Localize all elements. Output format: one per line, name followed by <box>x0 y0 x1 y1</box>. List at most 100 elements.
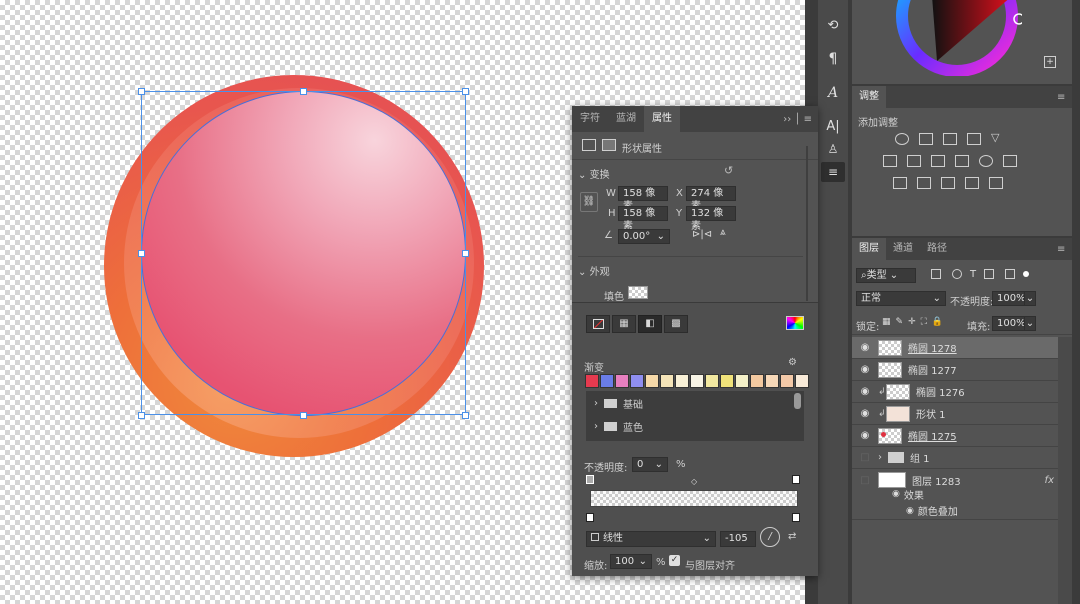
visibility-eye-icon[interactable]: ◉ <box>858 430 872 441</box>
y-input[interactable]: 132 像素 <box>686 206 736 232</box>
gradient-angle-input[interactable]: -105 <box>720 531 756 547</box>
gradient-preset-swatch[interactable] <box>750 374 764 388</box>
visibility-eye-icon[interactable]: ◉ <box>858 364 872 375</box>
transform-handle-bottom-left[interactable] <box>138 412 145 419</box>
filter-smart-object-icon[interactable] <box>1005 269 1016 279</box>
invert-icon[interactable] <box>893 177 907 189</box>
angle-input[interactable]: 0.00° ⌄ <box>618 229 670 244</box>
layer-row[interactable]: □ › 组 1 <box>852 447 1058 469</box>
gradient-preset-swatch[interactable] <box>690 374 704 388</box>
gradient-preset-swatch[interactable] <box>645 374 659 388</box>
fill-swatch[interactable] <box>628 286 648 299</box>
mask-properties-icon[interactable] <box>602 139 616 151</box>
transform-handle-top-right[interactable] <box>462 88 469 95</box>
layer-row[interactable]: ◉ ↲ 形状 1 <box>852 403 1058 425</box>
appearance-section-toggle[interactable]: ⌄ 外观 <box>578 263 610 278</box>
lock-image-icon[interactable]: ✎ <box>896 317 904 327</box>
no-fill-button[interactable] <box>586 315 610 333</box>
selective-color-icon[interactable] <box>965 177 979 189</box>
layer-row[interactable]: ◉ 椭圆 1277 <box>852 359 1058 381</box>
x-input[interactable]: 274 像素 <box>686 186 736 212</box>
levels-icon[interactable] <box>919 133 933 145</box>
folder-item-basic[interactable]: › 基础 <box>594 396 643 411</box>
curves-icon[interactable] <box>943 133 957 145</box>
effect-row[interactable]: ◉ 颜色叠加 <box>852 502 1058 520</box>
color-balance-icon[interactable] <box>907 155 921 167</box>
reverse-gradient-icon[interactable]: ⇄ <box>788 531 796 542</box>
photo-filter-icon[interactable] <box>955 155 969 167</box>
posterize-icon[interactable] <box>917 177 931 189</box>
layer-row[interactable]: ◉ ↲ 椭圆 1276 <box>852 381 1058 403</box>
eye-icon[interactable]: ◉ <box>906 506 914 516</box>
opacity-dropdown-icon[interactable]: ⌄ <box>1024 291 1036 306</box>
tab-adjustments[interactable]: 调整 <box>852 86 886 108</box>
gradient-type-select[interactable]: 线性 ⌄ <box>586 531 716 547</box>
pattern-button[interactable]: ▩ <box>664 315 688 333</box>
tab-layers[interactable]: 图层 <box>852 238 886 260</box>
filter-toggle-icon[interactable] <box>1023 271 1030 277</box>
gradient-preset-swatch[interactable] <box>660 374 674 388</box>
history-icon[interactable]: ⟲ <box>818 14 848 36</box>
layer-row[interactable]: ◉ 椭圆 1278 <box>852 337 1058 359</box>
lock-transparent-icon[interactable]: ▦ <box>882 317 891 327</box>
plugin-icon[interactable]: ♙ <box>818 139 848 159</box>
transform-handle-right[interactable] <box>462 250 469 257</box>
reset-icon[interactable]: ↺ <box>724 164 733 177</box>
fx-badge[interactable]: fx <box>1045 475 1054 486</box>
gradient-map-icon[interactable] <box>989 177 1003 189</box>
filter-pixel-icon[interactable] <box>931 269 941 279</box>
tab-paths[interactable]: 路径 <box>920 238 954 260</box>
tab-lanhu[interactable]: 蓝湖 <box>608 106 644 132</box>
character-icon[interactable]: A <box>818 82 848 104</box>
layers-menu-icon[interactable]: ≡ <box>1057 244 1065 255</box>
tab-character[interactable]: 字符 <box>572 106 608 132</box>
link-icon[interactable]: ⛓ <box>580 192 598 212</box>
solid-color-button[interactable]: ▦ <box>612 315 636 333</box>
angle-dial-icon[interactable]: / <box>760 527 780 547</box>
opacity-stop-left[interactable] <box>586 475 594 484</box>
exposure-icon[interactable] <box>967 133 981 145</box>
visibility-eye-icon[interactable]: ◉ <box>858 386 872 397</box>
scale-input[interactable]: 100 ⌄ <box>610 554 652 569</box>
midpoint-diamond-icon[interactable]: ◇ <box>691 477 697 486</box>
chevron-right-icon[interactable]: › <box>878 452 888 463</box>
gradient-preview-bar[interactable] <box>590 490 798 507</box>
transform-handle-top[interactable] <box>300 88 307 95</box>
properties-sliders-icon[interactable]: ≡ <box>821 162 845 182</box>
lock-position-icon[interactable]: ✛ <box>908 317 916 327</box>
color-wheel[interactable] <box>892 0 1022 76</box>
color-stop-right[interactable] <box>792 513 800 522</box>
flip-vertical-icon[interactable]: ⩓ <box>720 227 726 238</box>
tab-properties[interactable]: 属性 <box>644 106 680 132</box>
paragraph-icon[interactable]: ¶ <box>818 48 848 70</box>
filter-shape-icon[interactable] <box>984 269 995 279</box>
gradient-preset-swatch[interactable] <box>720 374 734 388</box>
layer-row[interactable]: ◉ 椭圆 1275 <box>852 425 1058 447</box>
height-input[interactable]: 158 像素 <box>618 206 668 232</box>
opacity-stop-right[interactable] <box>792 475 800 484</box>
gradient-preset-swatch[interactable] <box>765 374 779 388</box>
gradient-preset-swatch[interactable] <box>615 374 629 388</box>
filter-type-icon[interactable]: T <box>970 269 976 280</box>
align-with-layer-checkbox[interactable]: ✓ <box>669 555 680 566</box>
add-swatch-icon[interactable]: + <box>1044 56 1056 68</box>
visibility-eye-icon[interactable]: ◉ <box>858 408 872 419</box>
transform-bounding-box[interactable] <box>141 91 466 415</box>
panel-collapse-icon[interactable]: ›› │ ≡ <box>783 114 812 125</box>
folder-item-blue[interactable]: › 蓝色 <box>594 419 643 434</box>
visibility-toggle-icon[interactable]: □ <box>858 475 872 486</box>
gradient-button[interactable]: ◧ <box>638 315 662 333</box>
gradient-preset-swatch[interactable] <box>600 374 614 388</box>
gradient-preset-swatch[interactable] <box>675 374 689 388</box>
glyphs-icon[interactable]: A| <box>818 116 848 136</box>
layer-filter-select[interactable]: ⌕类型 ⌄ <box>856 268 916 283</box>
gradient-settings-gear-icon[interactable]: ⚙ <box>788 357 797 368</box>
color-lookup-icon[interactable] <box>1003 155 1017 167</box>
color-stop-left[interactable] <box>586 513 594 522</box>
layers-scrollbar[interactable] <box>1058 337 1072 604</box>
width-input[interactable]: 158 像素 <box>618 186 668 212</box>
gradient-opacity-input[interactable]: 0 ⌄ <box>632 457 668 472</box>
blend-mode-select[interactable]: 正常 ⌄ <box>856 291 946 306</box>
lock-all-icon[interactable]: 🔒 <box>932 317 943 327</box>
properties-scrollbar[interactable] <box>806 146 808 301</box>
